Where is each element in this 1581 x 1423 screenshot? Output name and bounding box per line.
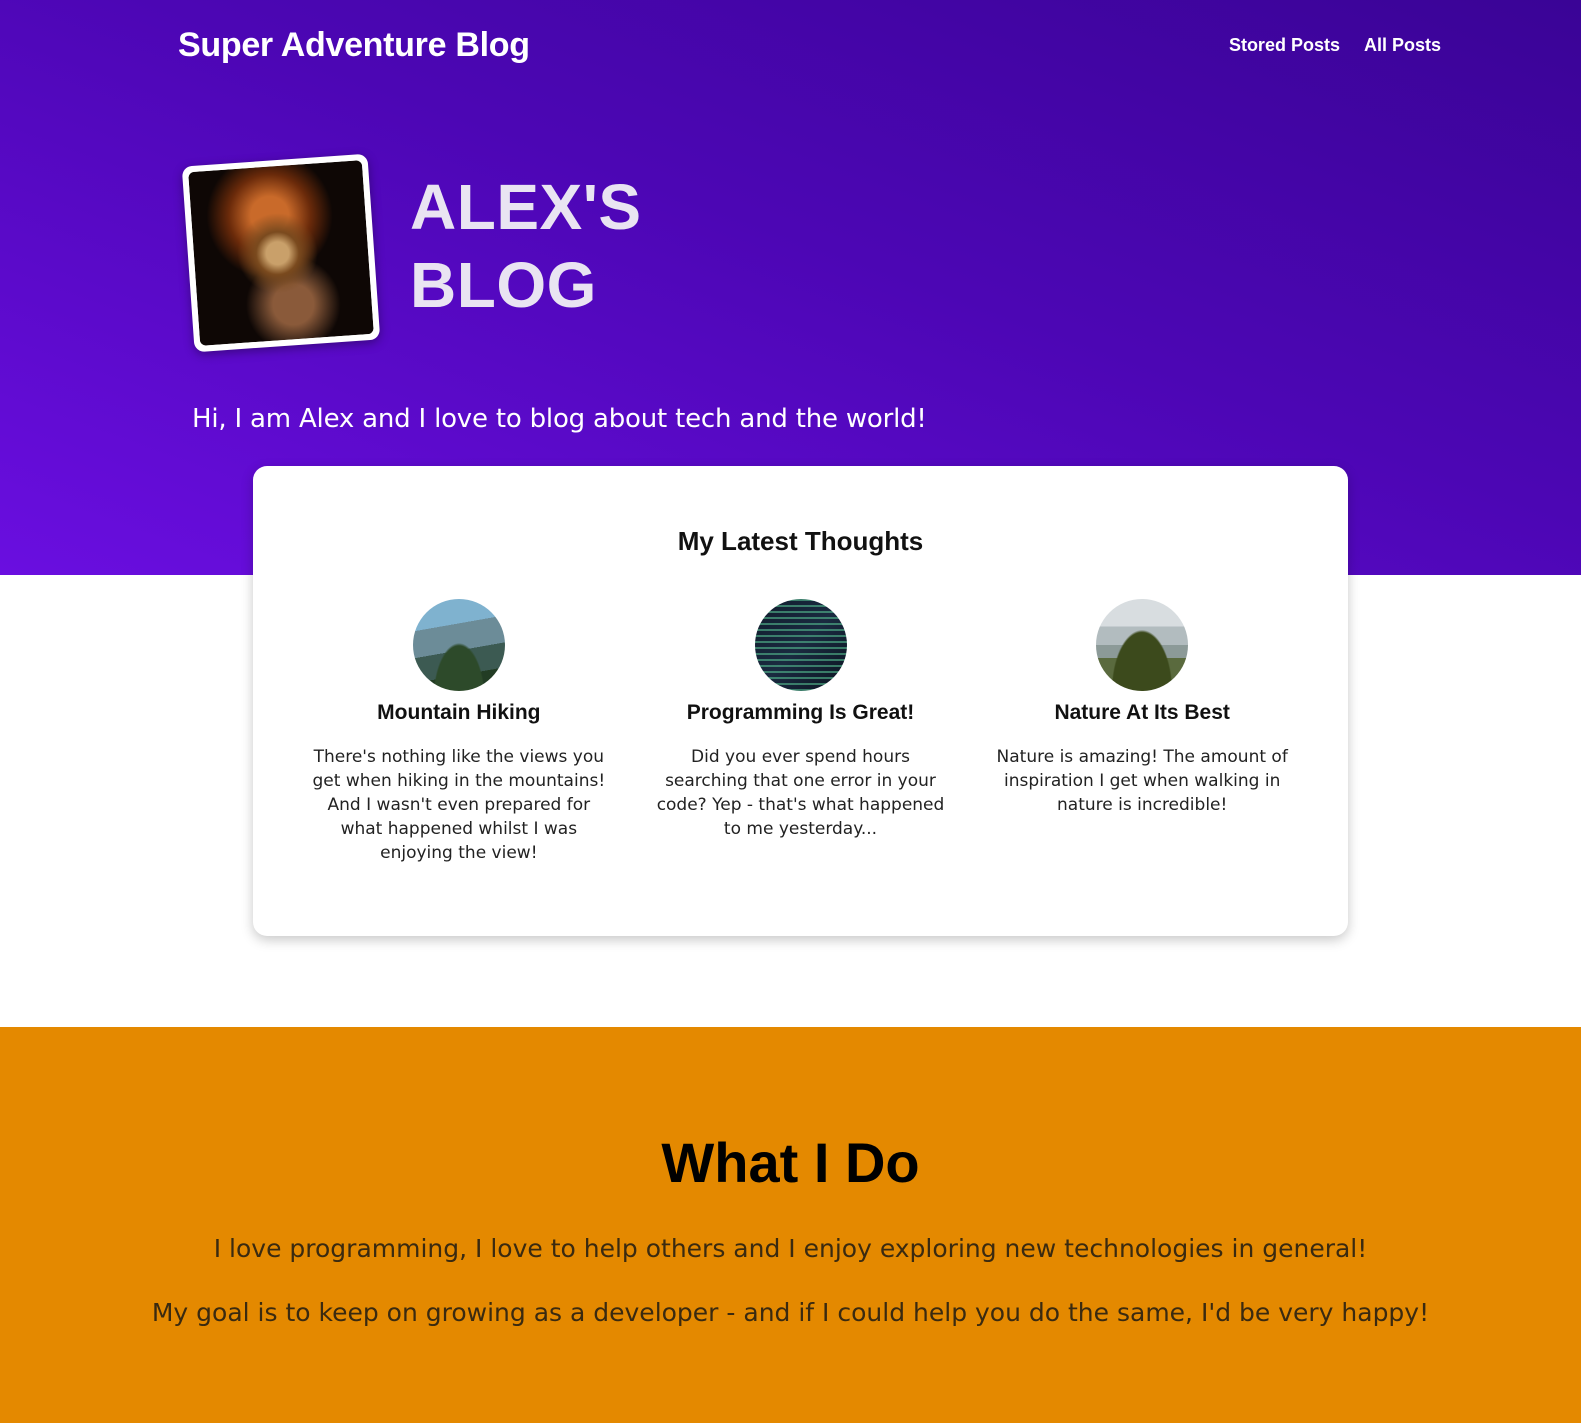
what-i-do-title: What I Do [661, 1131, 920, 1194]
nav-link-all-posts[interactable]: All Posts [1364, 35, 1441, 56]
mountain-photo-thumbnail [412, 599, 505, 691]
post-item-programming[interactable]: Programming Is Great! Did you ever spend… [630, 599, 972, 865]
hero-title-line-2: BLOG [410, 249, 597, 321]
post-title: Mountain Hiking [377, 701, 541, 724]
hero-title: ALEX'S BLOG [410, 168, 642, 324]
post-summary: There's nothing like the views you get w… [312, 747, 606, 863]
latest-posts-list: Mountain Hiking There's nothing like the… [288, 599, 1313, 865]
nav-link-stored-posts[interactable]: Stored Posts [1229, 35, 1340, 56]
code-photo-thumbnail [754, 599, 847, 691]
site-logo-link[interactable]: Super Adventure Blog [178, 26, 530, 65]
forest-photo-thumbnail [1096, 599, 1189, 691]
latest-posts-card: My Latest Thoughts Mountain Hiking There… [253, 466, 1348, 936]
post-title: Programming Is Great! [686, 701, 915, 724]
what-i-do-paragraph-1: I love programming, I love to help other… [213, 1234, 1368, 1263]
latest-posts-title: My Latest Thoughts [677, 526, 924, 556]
hero-title-line-1: ALEX'S [410, 171, 642, 243]
what-i-do-paragraph-2: My goal is to keep on growing as a devel… [151, 1298, 1430, 1327]
main-nav: Stored Posts All Posts [1229, 35, 1441, 56]
what-i-do-section: What I Do I love programming, I love to … [0, 1027, 1581, 1423]
post-title: Nature At Its Best [1054, 701, 1230, 724]
profile-image [188, 160, 374, 346]
post-item-nature[interactable]: Nature At Its Best Nature is amazing! Th… [971, 599, 1313, 865]
profile-image-frame [181, 153, 381, 353]
post-summary: Did you ever spend hours searching that … [656, 747, 945, 839]
post-item-mountain-hiking[interactable]: Mountain Hiking There's nothing like the… [288, 599, 630, 865]
main-header: Super Adventure Blog Stored Posts All Po… [0, 0, 1581, 95]
post-summary: Nature is amazing! The amount of inspira… [996, 747, 1288, 815]
hero-intro-text: Hi, I am Alex and I love to blog about t… [192, 404, 927, 434]
